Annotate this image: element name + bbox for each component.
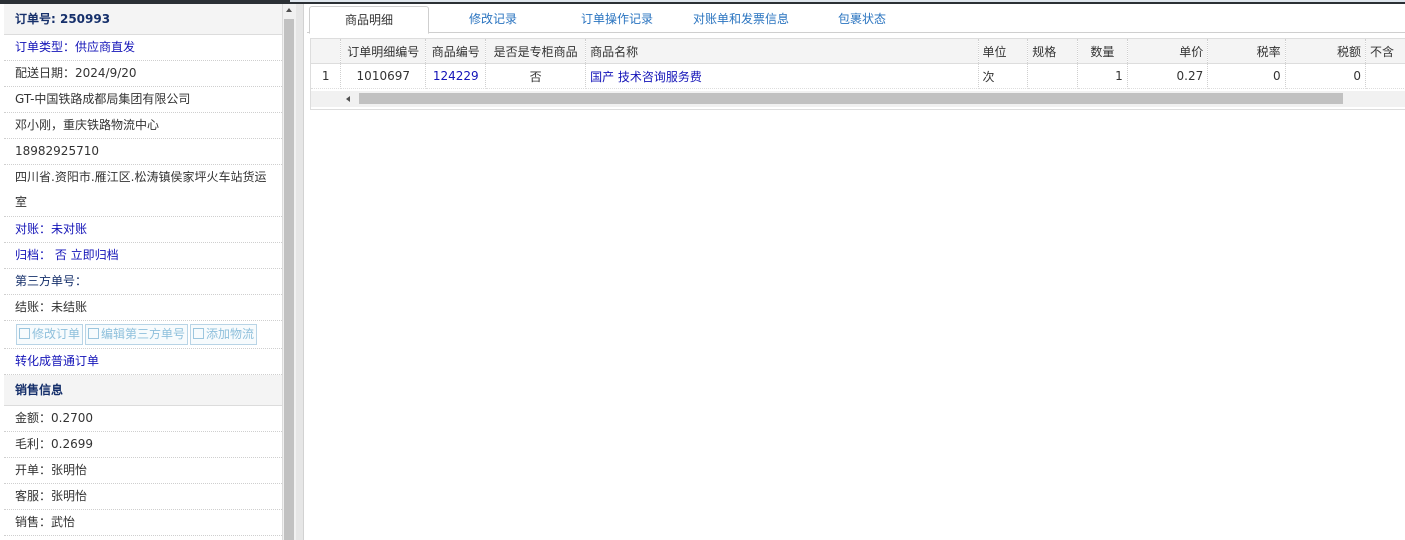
sales-info-title: 销售信息: [4, 375, 282, 406]
archive-status[interactable]: 归档： 否 立即归档: [4, 243, 282, 269]
add-logistics-label: 添加物流: [206, 327, 255, 341]
tax-rate-cell: 0: [1207, 63, 1286, 89]
column-header[interactable]: 规格: [1027, 39, 1079, 64]
convert-order-link[interactable]: 转化成普通订单: [4, 349, 282, 375]
order-type: 订单类型：供应商直发: [4, 35, 282, 61]
excl-tax-cell: [1365, 63, 1405, 89]
product-name-link[interactable]: 国产 技术咨询服务费: [585, 63, 979, 89]
sales-issuer: 开单：张明怡: [4, 458, 282, 484]
column-header[interactable]: 单位: [978, 39, 1029, 64]
column-header[interactable]: 数量: [1077, 39, 1128, 64]
column-header[interactable]: 订单明细编号: [340, 39, 427, 64]
tab-statement-invoice[interactable]: 对账单和发票信息: [685, 6, 797, 32]
delivery-address: 四川省.资阳市.雁江区.松涛镇侯家坪火车站货运室: [4, 165, 282, 217]
product-table: 订单明细编号 商品编号 是否是专柜商品 商品名称 单位 规格 数量 单价 税率 …: [311, 39, 1405, 89]
edit-third-party-button[interactable]: 编辑第三方单号: [85, 324, 189, 345]
column-header[interactable]: 税率: [1207, 39, 1286, 64]
sales-seller: 销售：武怡: [4, 510, 282, 536]
order-action-buttons: 修改订单 编辑第三方单号 添加物流: [4, 321, 282, 349]
edit-icon: [19, 328, 30, 339]
order-number-title: 订单号: 250993: [4, 4, 282, 35]
spec-cell: [1027, 63, 1079, 89]
tab-modify-log[interactable]: 修改记录: [438, 6, 548, 32]
panel-splitter[interactable]: [296, 4, 304, 540]
edit-order-button[interactable]: 修改订单: [16, 324, 84, 345]
detail-id-cell: 1010697: [340, 63, 427, 89]
delivery-date: 配送日期：2024/9/20: [4, 61, 282, 87]
tab-product-detail[interactable]: 商品明细: [309, 6, 429, 34]
tab-operation-log[interactable]: 订单操作记录: [562, 6, 672, 32]
edit-icon: [88, 328, 100, 339]
contact-phone: 18982925710: [4, 139, 282, 165]
left-panel-scrollbar[interactable]: [283, 4, 296, 540]
sales-service: 客服：张明怡: [4, 484, 282, 510]
edit-icon: [193, 328, 205, 339]
column-header[interactable]: 是否是专柜商品: [485, 39, 587, 64]
price-cell: 0.27: [1127, 63, 1209, 89]
table-header-row: 订单明细编号 商品编号 是否是专柜商品 商品名称 单位 规格 数量 单价 税率 …: [311, 39, 1405, 64]
edit-third-party-label: 编辑第三方单号: [101, 327, 186, 341]
reconcile-status: 对账：未对账: [4, 217, 282, 243]
product-detail-grid: 订单明细编号 商品编号 是否是专柜商品 商品名称 单位 规格 数量 单价 税率 …: [310, 38, 1405, 110]
grid-horizontal-scrollbar[interactable]: [311, 91, 1405, 107]
order-info-panel: 订单号: 250993 订单类型：供应商直发 配送日期：2024/9/20 GT…: [4, 4, 283, 540]
third-party-number: 第三方单号：: [4, 269, 282, 295]
sales-amount: 金额：0.2700: [4, 406, 282, 432]
scrollbar-thumb[interactable]: [284, 19, 294, 540]
grid-scrollbar-thumb[interactable]: [359, 93, 1343, 104]
column-header[interactable]: 不含: [1365, 39, 1405, 64]
settle-status: 结账：未结账: [4, 295, 282, 321]
rownum-header: [311, 39, 342, 64]
counter-cell: 否: [485, 63, 587, 89]
product-id-link[interactable]: 124229: [425, 63, 487, 89]
company-name: GT-中国铁路成都局集团有限公司: [4, 87, 282, 113]
tax-amount-cell: 0: [1285, 63, 1367, 89]
tab-package-status[interactable]: 包裹状态: [807, 6, 917, 32]
row-index: 1: [311, 63, 342, 89]
column-header[interactable]: 商品编号: [425, 39, 487, 64]
contact-name: 邓小刚，重庆铁路物流中心: [4, 113, 282, 139]
sales-profit: 毛利：0.2699: [4, 432, 282, 458]
column-header[interactable]: 税额: [1285, 39, 1367, 64]
detail-tabs: 商品明细 修改记录 订单操作记录 对账单和发票信息 包裹状态: [307, 6, 1405, 34]
quantity-cell: 1: [1077, 63, 1128, 89]
table-row[interactable]: 1 1010697 124229 否 国产 技术咨询服务费 次 1 0.27 0…: [311, 63, 1405, 89]
edit-order-label: 修改订单: [32, 327, 81, 341]
unit-cell: 次: [978, 63, 1029, 89]
scroll-up-arrow-icon[interactable]: [286, 8, 292, 12]
column-header[interactable]: 单价: [1127, 39, 1209, 64]
scroll-left-arrow-icon[interactable]: [346, 96, 350, 102]
add-logistics-button[interactable]: 添加物流: [190, 324, 258, 345]
column-header[interactable]: 商品名称: [585, 39, 979, 64]
